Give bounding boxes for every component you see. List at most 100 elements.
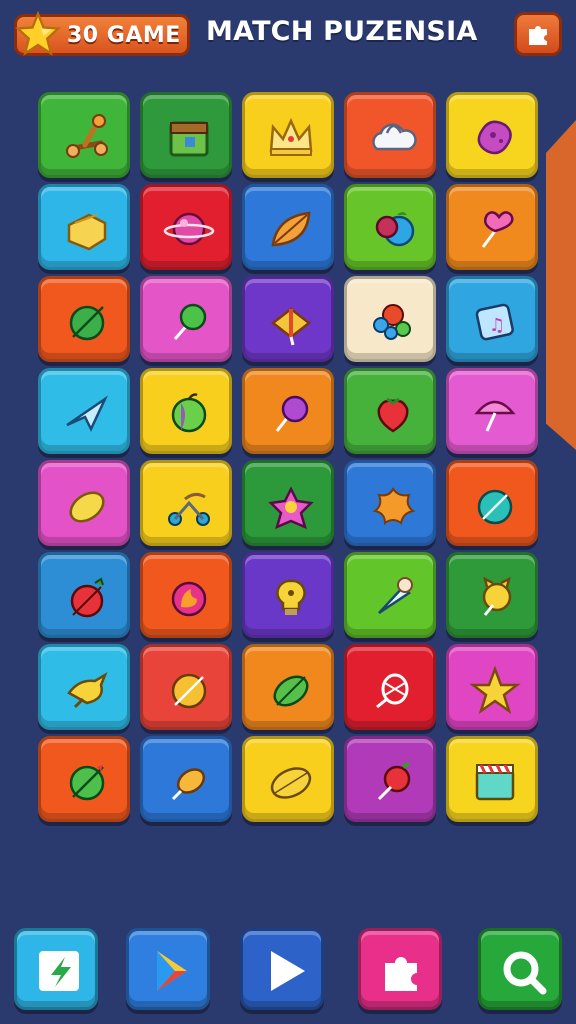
svg-text:♫: ♫ (489, 315, 505, 336)
heart-lollipop-icon (481, 211, 514, 248)
orange-star-blob-icon (372, 487, 416, 525)
tile[interactable] (242, 644, 334, 730)
tile[interactable] (446, 368, 538, 454)
scooter-icon (168, 492, 210, 526)
leaf-icon (271, 211, 311, 247)
tile[interactable] (446, 644, 538, 730)
fire-ball-icon (171, 581, 207, 617)
berries-icon (375, 212, 415, 247)
paper-plane-icon (66, 395, 109, 432)
basket-icon (376, 673, 409, 709)
tile[interactable] (242, 92, 334, 178)
tile[interactable] (38, 184, 130, 270)
puzzle-icon (385, 957, 417, 991)
tile[interactable] (344, 552, 436, 638)
yellow-cat-icon (482, 576, 512, 616)
purple-lollipop-icon (275, 395, 309, 432)
tile[interactable] (140, 368, 232, 454)
tile[interactable] (446, 736, 538, 822)
search-icon (503, 951, 547, 995)
tile[interactable] (140, 276, 232, 362)
header: 30 GAME MATCH PUZENSIA (0, 0, 576, 72)
treasure-box-icon (169, 121, 209, 157)
tile[interactable] (140, 184, 232, 270)
tile[interactable] (344, 184, 436, 270)
catapult-icon (66, 114, 108, 158)
tile[interactable] (140, 460, 232, 546)
cloud-bag-icon (372, 123, 417, 151)
pink-flower-icon (268, 486, 314, 530)
tile[interactable]: ♫ (446, 276, 538, 362)
tile[interactable] (344, 92, 436, 178)
tile[interactable] (140, 644, 232, 730)
play-store-icon (157, 951, 187, 991)
star-icon (15, 11, 61, 56)
tile[interactable] (344, 644, 436, 730)
boost-button[interactable] (14, 928, 98, 1010)
tile[interactable] (446, 92, 538, 178)
lemon-icon (69, 491, 105, 523)
tile[interactable] (344, 460, 436, 546)
pink-mushroom-icon (474, 400, 516, 432)
search-button[interactable] (478, 928, 562, 1010)
tile[interactable] (446, 552, 538, 638)
play-icon (271, 951, 305, 991)
lightbulb-icon (276, 579, 306, 615)
strawberry-icon (377, 397, 409, 433)
yellow-lemon-icon (270, 767, 312, 799)
green-ball-icon (69, 305, 105, 341)
tile[interactable] (446, 184, 538, 270)
yellow-bird-icon (67, 672, 108, 709)
film-clapper-icon (475, 764, 515, 801)
purple-blob-icon (477, 120, 512, 155)
tile[interactable] (38, 552, 130, 638)
green-lollipop-icon (173, 303, 207, 340)
play-store-button[interactable] (126, 928, 210, 1010)
music-card-icon: ♫ (475, 303, 514, 341)
tile[interactable] (140, 552, 232, 638)
pink-planet-icon (163, 212, 215, 246)
cheese-icon (67, 213, 107, 251)
menu-button[interactable] (514, 12, 562, 56)
tile[interactable] (446, 460, 538, 546)
tile[interactable] (38, 644, 130, 730)
puzzle-button[interactable] (358, 928, 442, 1010)
gold-star-icon (469, 665, 521, 715)
spinning-top-icon (270, 307, 312, 346)
tile[interactable] (242, 552, 334, 638)
tile[interactable] (344, 276, 436, 362)
apple-icon (171, 393, 207, 433)
score-badge[interactable]: 30 GAME (14, 11, 190, 56)
game-title: MATCH PUZENSIA (206, 16, 478, 47)
lightning-icon (39, 951, 79, 991)
tile[interactable] (242, 276, 334, 362)
crown-icon (269, 117, 313, 156)
tile[interactable] (344, 736, 436, 822)
tile[interactable] (242, 184, 334, 270)
play-button[interactable] (240, 928, 324, 1010)
tile[interactable] (38, 736, 130, 822)
tile[interactable] (38, 276, 130, 362)
score-label: 30 GAME (67, 23, 181, 48)
tile[interactable] (242, 736, 334, 822)
red-radish-icon (70, 577, 104, 618)
tile[interactable] (38, 92, 130, 178)
yellow-fruit-icon (171, 768, 206, 801)
orange-ball-icon (171, 673, 207, 709)
red-cherry-icon (377, 761, 411, 801)
flower-molecule-icon (373, 304, 411, 340)
game-board: ♫ (38, 92, 542, 834)
green-melon-icon (273, 675, 309, 707)
tile[interactable] (38, 368, 130, 454)
tile[interactable] (140, 736, 232, 822)
puzzle-piece-icon (529, 26, 547, 45)
ice-cream-cone-icon (378, 577, 413, 615)
tile[interactable] (344, 368, 436, 454)
green-watermelon-icon (69, 765, 105, 801)
teal-leaf-icon (477, 489, 513, 525)
tile[interactable] (140, 92, 232, 178)
tile[interactable] (38, 460, 130, 546)
tile[interactable] (242, 368, 334, 454)
background-accent-stripe (546, 120, 576, 450)
tile[interactable] (242, 460, 334, 546)
